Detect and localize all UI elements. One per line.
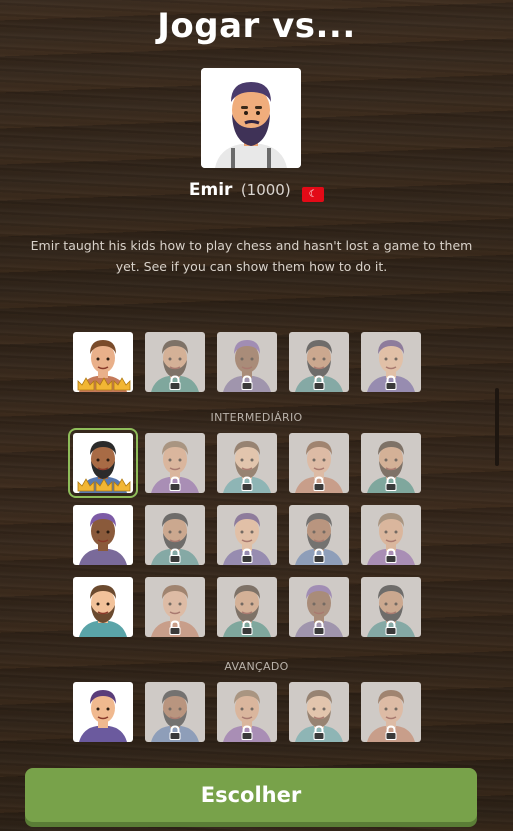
bot-avatar-locked[interactable] [289, 433, 349, 493]
selected-bot-avatar [201, 68, 301, 168]
lock-icon [169, 620, 181, 635]
bot-portrait-icon [201, 68, 301, 168]
lock-icon [385, 375, 397, 390]
choose-button[interactable]: Escolher [25, 768, 477, 822]
bot-row [73, 682, 421, 742]
bot-avatar-locked[interactable] [145, 505, 205, 565]
bot-face-icon [79, 690, 127, 742]
bot-avatar-locked[interactable] [217, 682, 277, 742]
lock-icon [241, 476, 253, 491]
bot-avatar-locked[interactable] [361, 332, 421, 392]
bot-avatar-locked[interactable] [289, 505, 349, 565]
lock-icon [241, 620, 253, 635]
bot-avatar-locked[interactable] [217, 505, 277, 565]
lock-icon [241, 725, 253, 740]
bot-row [68, 428, 421, 498]
page-title: Jogar vs... [157, 6, 356, 46]
lock-icon [313, 548, 325, 563]
bot-row [73, 577, 421, 637]
bot-avatar-locked[interactable] [361, 433, 421, 493]
list-scrollbar[interactable] [495, 388, 499, 466]
lock-icon [169, 476, 181, 491]
bot-name: Emir [188, 180, 233, 200]
bot-avatar-locked[interactable] [217, 332, 277, 392]
bot-row [73, 332, 421, 392]
lock-icon [385, 620, 397, 635]
section-label-intermediate: INTERMEDIÁRIO [210, 411, 303, 424]
selected-bot-info: Emir (1000) ☾ [0, 180, 513, 202]
bot-avatar-locked[interactable] [217, 577, 277, 637]
lock-icon [385, 548, 397, 563]
bot-avatar-locked[interactable] [289, 332, 349, 392]
section-label-advanced: AVANÇADO [224, 660, 289, 673]
lock-icon [169, 725, 181, 740]
bot-row [73, 505, 421, 565]
crowns-icon [77, 377, 131, 391]
lock-icon [313, 725, 325, 740]
bot-avatar[interactable] [73, 682, 133, 742]
bot-avatar[interactable] [73, 332, 133, 392]
bot-avatar-locked[interactable] [289, 682, 349, 742]
bot-avatar[interactable] [73, 577, 133, 637]
bot-avatar[interactable] [68, 428, 138, 498]
bot-avatar-locked[interactable] [361, 682, 421, 742]
bot-avatar-locked[interactable] [361, 505, 421, 565]
lock-icon [241, 375, 253, 390]
lock-icon [313, 620, 325, 635]
bot-description: Emir taught his kids how to play chess a… [30, 238, 473, 274]
bot-face-icon [79, 585, 127, 637]
bot-avatar-locked[interactable] [361, 577, 421, 637]
bot-avatar[interactable] [73, 505, 133, 565]
turkey-flag-icon: ☾ [302, 187, 325, 202]
lock-icon [385, 725, 397, 740]
lock-icon [313, 476, 325, 491]
bot-avatar-locked[interactable] [145, 577, 205, 637]
bot-avatar-locked[interactable] [217, 433, 277, 493]
lock-icon [385, 476, 397, 491]
lock-icon [313, 375, 325, 390]
bot-avatar-locked[interactable] [145, 682, 205, 742]
lock-icon [169, 375, 181, 390]
lock-icon [169, 548, 181, 563]
bot-avatar-locked[interactable] [289, 577, 349, 637]
bot-rating: (1000) [240, 181, 291, 199]
bot-avatar-locked[interactable] [145, 433, 205, 493]
bot-face-icon [79, 513, 127, 565]
crowns-icon [77, 478, 131, 492]
lock-icon [241, 548, 253, 563]
bot-avatar-locked[interactable] [145, 332, 205, 392]
